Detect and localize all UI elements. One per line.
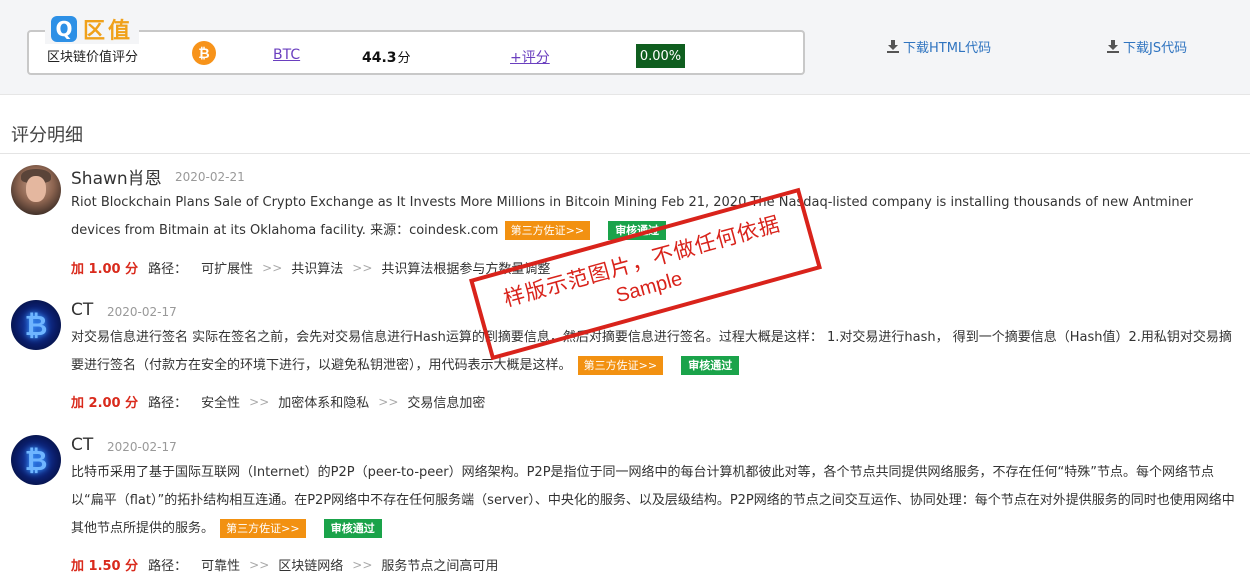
- logo-badge: Q: [51, 16, 77, 42]
- download-js-link[interactable]: 下载JS代码: [1107, 37, 1187, 56]
- download-html-link[interactable]: 下载HTML代码: [887, 37, 991, 56]
- review-date: 2020-02-17: [107, 305, 177, 319]
- path-step: 安全性: [201, 396, 241, 411]
- author-name[interactable]: CT: [71, 300, 93, 320]
- review-content: 对交易信息进行签名 实际在签名之前，会先对交易信息进行Hash运算的到摘要信息，…: [71, 330, 1232, 375]
- third-party-evidence-button[interactable]: 第三方佐证>>: [220, 519, 306, 538]
- points: 加 1.00 分: [71, 262, 139, 277]
- change-badge: 0.00%: [636, 44, 685, 68]
- chevron-right-icon: >>: [378, 394, 399, 409]
- path-step: 区块链网络: [278, 559, 344, 574]
- score-path: 加 1.00 分 路径： 可扩展性 >> 共识算法 >> 共识算法根据参与方数量…: [71, 258, 550, 278]
- bitcoin-icon: ₿: [24, 443, 48, 477]
- path-label: 路径：: [148, 396, 188, 411]
- score-widget: 区块链价值评分 ₿ BTC 44.3分 +评分 0.00%: [27, 30, 805, 75]
- points: 加 1.50 分: [71, 559, 139, 574]
- chevron-right-icon: >>: [352, 260, 373, 275]
- author-name[interactable]: Shawn肖恩: [71, 164, 162, 189]
- score-path: 加 2.00 分 路径： 安全性 >> 加密体系和隐私 >> 交易信息加密: [71, 392, 486, 412]
- author-name[interactable]: CT: [71, 435, 93, 455]
- bitcoin-icon: ₿: [192, 41, 216, 65]
- section-title: 评分明细: [11, 125, 83, 146]
- path-label: 路径：: [148, 559, 188, 574]
- path-step: 加密体系和隐私: [278, 396, 370, 411]
- approved-badge: 审核通过: [681, 356, 740, 375]
- logo-text: 区值: [83, 19, 134, 44]
- chevron-right-icon: >>: [262, 260, 283, 275]
- points: 加 2.00 分: [71, 396, 139, 411]
- path-step: 可靠性: [201, 559, 241, 574]
- bitcoin-icon: ₿: [24, 308, 48, 342]
- download-icon: [887, 40, 899, 53]
- avatar[interactable]: ₿: [11, 435, 61, 485]
- rate-link[interactable]: +评分: [510, 47, 550, 67]
- widget-label: 区块链价值评分: [47, 50, 139, 65]
- download-icon: [1107, 40, 1119, 53]
- review-content: 比特币采用了基于国际互联网（Internet）的P2P（peer-to-peer…: [71, 465, 1235, 538]
- chevron-right-icon: >>: [352, 557, 373, 572]
- third-party-evidence-button[interactable]: 第三方佐证>>: [504, 221, 591, 240]
- path-step: 可扩展性: [201, 262, 254, 277]
- approved-badge: 审核通过: [323, 519, 382, 538]
- chevron-right-icon: >>: [249, 394, 270, 409]
- path-step: 共识算法: [291, 262, 344, 277]
- coin-symbol-link[interactable]: BTC: [273, 47, 300, 63]
- score-value: 44.3分: [362, 50, 411, 66]
- header-bar: 区块链价值评分 ₿ BTC 44.3分 +评分 0.00% Q 区值 下载HTM…: [0, 0, 1250, 95]
- review-date: 2020-02-17: [107, 440, 177, 454]
- review-date: 2020-02-21: [175, 170, 245, 184]
- divider: [0, 153, 1250, 154]
- path-step: 服务节点之间高可用: [381, 559, 499, 574]
- path-label: 路径：: [148, 262, 188, 277]
- score-path: 加 1.50 分 路径： 可靠性 >> 区块链网络 >> 服务节点之间高可用: [71, 555, 499, 575]
- download-js-label: 下载JS代码: [1123, 41, 1188, 56]
- path-step: 交易信息加密: [407, 396, 486, 411]
- avatar[interactable]: ₿: [11, 300, 61, 350]
- chevron-right-icon: >>: [249, 557, 270, 572]
- avatar[interactable]: [11, 165, 61, 215]
- logo: Q 区值: [45, 14, 140, 44]
- third-party-evidence-button[interactable]: 第三方佐证>>: [577, 356, 664, 375]
- download-html-label: 下载HTML代码: [903, 41, 992, 56]
